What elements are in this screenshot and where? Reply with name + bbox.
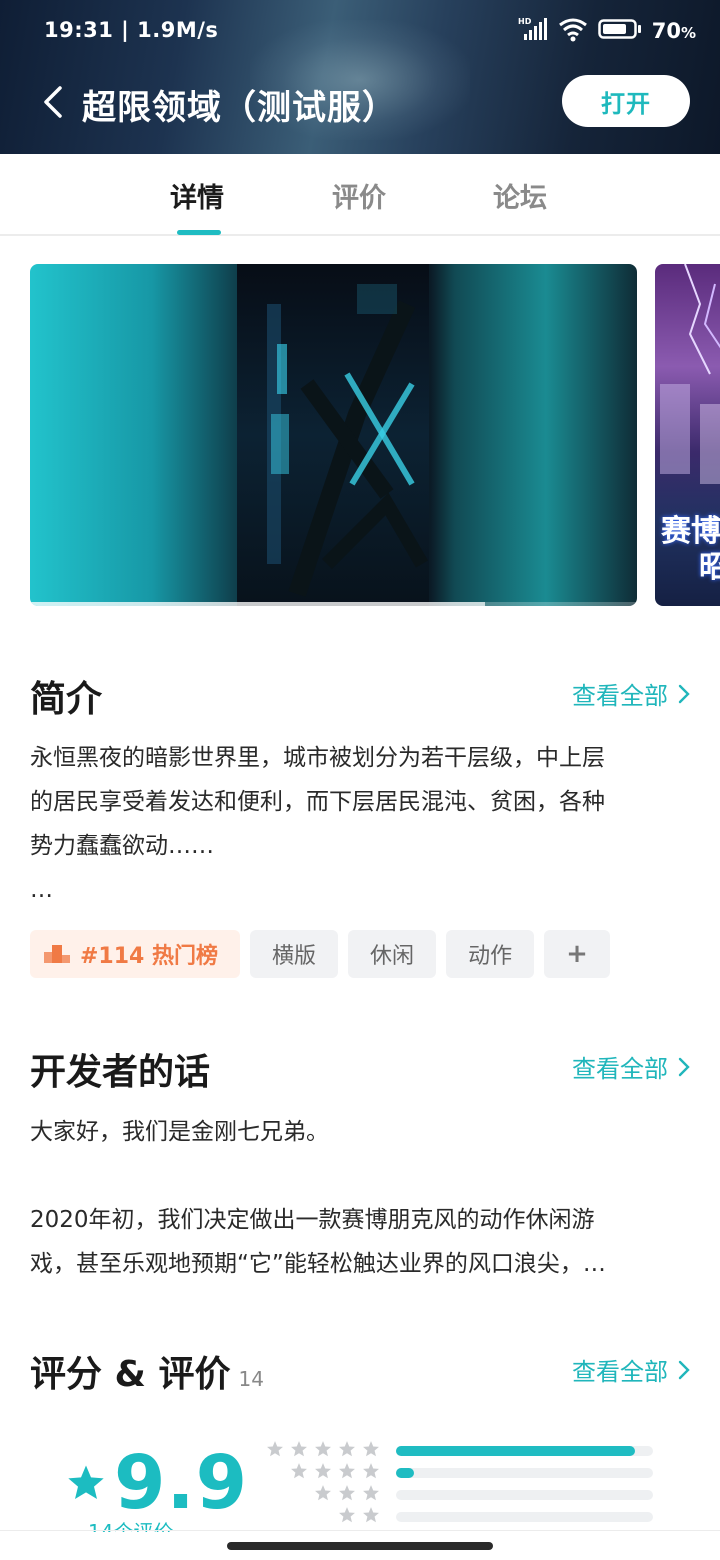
ratings-title-label: 评分 & 评价	[30, 1354, 231, 1395]
caption-line-2: 昭	[699, 550, 720, 585]
intro-title: 简介	[30, 679, 103, 720]
podium-icon	[44, 945, 70, 963]
battery-value: 70	[651, 19, 681, 43]
star-icon	[363, 1485, 379, 1501]
tab-details[interactable]: 详情	[170, 176, 224, 215]
star-icon	[267, 1441, 283, 1457]
star-icon	[291, 1463, 307, 1479]
caption-line-1: 赛博	[661, 514, 720, 549]
signal-icon: HD	[518, 16, 548, 46]
rating-bar-track	[396, 1446, 653, 1456]
open-button[interactable]: 打开	[562, 75, 690, 127]
screenshot-2[interactable]: 赛博 昭	[655, 264, 720, 606]
clock: 19:31	[44, 18, 114, 42]
intro-line: 势力蠢蠢欲动……	[30, 833, 214, 859]
intro-line: 永恒黑夜的暗影世界里，城市被划分为若干层级，中上层	[30, 745, 605, 771]
back-arrow-icon	[44, 86, 62, 118]
rating-distribution	[266, 1440, 656, 1528]
rating-row-5-stars	[266, 1440, 656, 1462]
rating-bar-track	[396, 1468, 653, 1478]
star-icon	[315, 1441, 331, 1457]
star-icon	[339, 1485, 355, 1501]
intro-see-all[interactable]: 查看全部	[572, 676, 690, 711]
star-group	[314, 1484, 386, 1502]
tab-forum[interactable]: 论坛	[493, 176, 547, 215]
developer-see-all[interactable]: 查看全部	[572, 1049, 690, 1084]
star-icon	[363, 1441, 379, 1457]
nav-bar: 超限领域（测试服） 打开	[0, 72, 720, 132]
star-icon	[291, 1441, 307, 1457]
battery-icon	[597, 18, 642, 44]
video-frame	[237, 264, 429, 606]
rating-row-4-stars	[266, 1462, 656, 1484]
star-icon	[363, 1507, 379, 1523]
developer-see-all-label: 查看全部	[572, 1055, 668, 1083]
video-preview[interactable]	[30, 264, 637, 606]
star-icon	[315, 1485, 331, 1501]
battery-percent: 70%	[652, 19, 696, 43]
tag-item[interactable]: 休闲	[348, 930, 437, 978]
ratings-title: 评分 & 评价 14	[30, 1345, 264, 1397]
star-group	[290, 1462, 386, 1480]
intro-line: …	[30, 877, 53, 903]
developer-text[interactable]: 大家好，我们是金刚七兄弟。 2020年初，我们决定做出一款赛博朋克风的动作休闲游…	[30, 1110, 692, 1286]
star-icon	[339, 1463, 355, 1479]
tab-bar: 详情 评价 论坛	[0, 154, 720, 236]
developer-line: 戏，甚至乐观地预期“它”能轻松触达业界的风口浪尖，…	[30, 1251, 606, 1277]
star-group	[338, 1506, 386, 1524]
intro-line: 的居民享受着发达和便利，而下层居民混沌、贫困，各种	[30, 789, 605, 815]
rating-bar-track	[396, 1512, 653, 1522]
rating-row-3-stars	[266, 1484, 656, 1506]
video-progress-track	[30, 602, 637, 606]
page-title: 超限领域（测试服）	[82, 88, 397, 128]
app-header: 19:31 | 1.9M/s HD 70% 超限领域（测试服） 打开	[0, 0, 720, 154]
video-progress-fill	[30, 602, 486, 606]
home-indicator[interactable]	[227, 1542, 493, 1550]
status-time: 19:31 | 1.9M/s	[44, 18, 218, 42]
rating-bar-fill	[396, 1468, 414, 1478]
developer-title: 开发者的话	[30, 1052, 211, 1093]
score-summary: 9.9	[66, 1440, 248, 1526]
chevron-right-icon	[678, 1057, 690, 1076]
screenshot-caption: 赛博 昭	[661, 514, 720, 586]
star-group	[266, 1440, 386, 1458]
chevron-right-icon	[678, 1360, 690, 1379]
tag-item[interactable]: 横版	[250, 930, 339, 978]
ratings-count: 14	[238, 1367, 264, 1391]
hot-rank-label: #114 热门榜	[80, 944, 219, 969]
developer-line: 大家好，我们是金刚七兄弟。	[30, 1119, 329, 1145]
intro-see-all-label: 查看全部	[572, 682, 668, 710]
tab-reviews[interactable]: 评价	[332, 176, 386, 215]
rating-row-2-stars	[266, 1506, 656, 1528]
hot-rank-tag[interactable]: #114 热门榜	[30, 930, 241, 978]
star-icon	[68, 1465, 104, 1499]
tag-list: #114 热门榜 横版 休闲 动作 +	[30, 930, 610, 978]
tag-item[interactable]: 动作	[446, 930, 535, 978]
rating-bar-fill	[396, 1446, 635, 1456]
status-bar: 19:31 | 1.9M/s HD 70%	[0, 0, 720, 62]
tab-indicator	[177, 230, 221, 235]
star-icon	[363, 1463, 379, 1479]
star-icon	[315, 1463, 331, 1479]
developer-line: 2020年初，我们决定做出一款赛博朋克风的动作休闲游	[30, 1207, 595, 1233]
battery-unit: %	[680, 24, 696, 42]
svg-text:HD: HD	[518, 17, 532, 26]
cyber-art-graphic	[267, 284, 429, 597]
screenshot-carousel[interactable]: 赛博 昭	[30, 264, 720, 606]
ratings-see-all-label: 查看全部	[572, 1358, 668, 1386]
status-icons: HD 70%	[518, 16, 696, 46]
wifi-icon	[558, 16, 588, 46]
divider	[0, 1530, 720, 1531]
star-icon	[339, 1441, 355, 1457]
star-icon	[339, 1507, 355, 1523]
network-speed: | 1.9M/s	[121, 18, 219, 42]
score-value: 9.9	[114, 1440, 249, 1526]
rating-bar-track	[396, 1490, 653, 1500]
chevron-right-icon	[678, 684, 690, 703]
add-tag-button[interactable]: +	[544, 930, 610, 978]
back-button[interactable]	[36, 78, 72, 126]
ratings-see-all[interactable]: 查看全部	[572, 1352, 690, 1387]
intro-text[interactable]: 永恒黑夜的暗影世界里，城市被划分为若干层级，中上层 的居民享受着发达和便利，而下…	[30, 736, 692, 912]
